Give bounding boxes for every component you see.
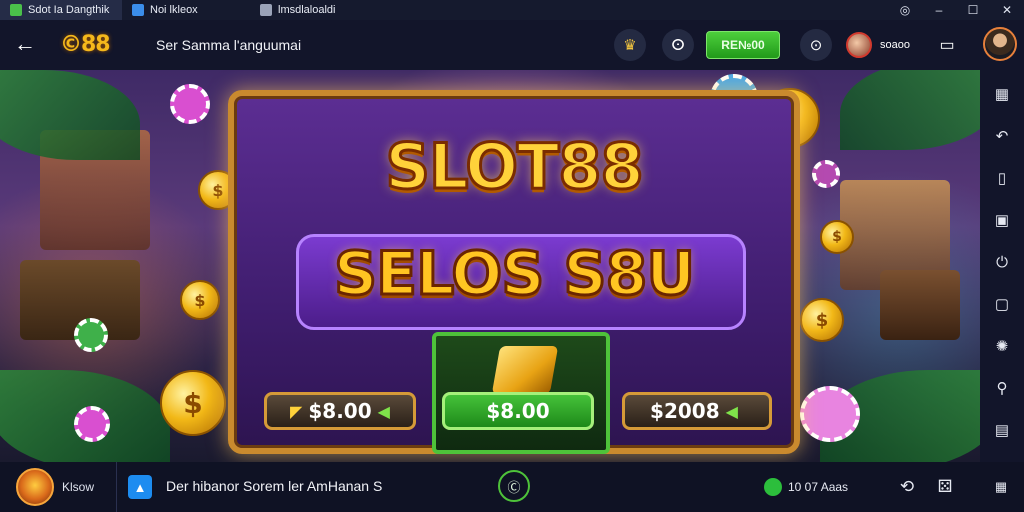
minimize-button[interactable]: – — [922, 0, 956, 20]
casino-chip — [170, 84, 210, 124]
search-icon[interactable]: ⚲ — [990, 376, 1014, 400]
bottom-text: Der hibanor Sorem ler AmHanan S — [166, 478, 383, 494]
window-controls: ◎ – ☐ ✕ — [888, 0, 1024, 20]
bet-amount: $2008 — [650, 399, 720, 423]
game-title: SLOT88 — [384, 129, 645, 205]
dice-icon[interactable]: ⚄ — [932, 474, 958, 500]
tab-label: Sdot Ia Dangthik — [28, 4, 110, 16]
grid-small-icon[interactable]: ▦ — [988, 474, 1014, 500]
cash-button[interactable]: RЕ№00 — [706, 31, 780, 59]
profile-avatar[interactable] — [983, 27, 1017, 61]
casino-chip — [74, 406, 110, 442]
game-subtitle: SELOS S8U — [332, 238, 696, 311]
note-icon[interactable]: ▣ — [990, 208, 1014, 232]
grid-icon[interactable]: ▦ — [990, 82, 1014, 106]
page-icon — [260, 4, 272, 16]
tab-second[interactable]: Noi lkleox — [122, 0, 250, 20]
browser-tab-strip: Sdot Ia Dangthik Noi lkleox lmsdlaloaldi… — [0, 0, 1024, 20]
user-badge[interactable]: soaoo — [846, 32, 910, 58]
bet-amount: $8.00 — [308, 399, 372, 423]
back-arrow-icon[interactable]: ← — [14, 33, 36, 55]
casino-chip — [74, 318, 108, 352]
slot-machine-decor — [880, 270, 960, 340]
arrow-icon: ◀ — [725, 401, 738, 421]
arrow-icon: ◀ — [377, 401, 390, 421]
message-icon[interactable]: ▢ — [990, 292, 1014, 316]
tab-label: Noi lkleox — [150, 4, 198, 16]
app-icon[interactable]: ▲ — [128, 475, 152, 499]
location-icon[interactable]: ◎ — [888, 0, 922, 20]
bottom-bar: Klsow ▲ Der hibanor Sorem ler AmHanan S … — [0, 462, 1024, 512]
wallet-icon[interactable]: ▭ — [934, 33, 960, 57]
right-sidebar: ▦ ↶ ▯ ▣ ⏻ ▢ ✺ ⚲ ▤ — [980, 70, 1024, 462]
game-scene[interactable]: $ $ $ $ $ $ $ SLOT88 SELOS S8U ◤ $8.00 ◀… — [0, 70, 980, 462]
game-tab-icon — [10, 4, 22, 16]
gold-coin: $ — [180, 280, 220, 320]
tab-third[interactable]: lmsdlaloaldi — [250, 0, 350, 20]
undo-icon[interactable]: ↶ — [990, 124, 1014, 148]
power-icon[interactable]: ⏻ — [990, 250, 1014, 274]
status-indicator: 10 07 Aaas — [764, 478, 848, 496]
settings-icon[interactable]: ✺ — [990, 334, 1014, 358]
list-icon[interactable]: ▤ — [990, 418, 1014, 442]
bet-button-left[interactable]: ◤ $8.00 ◀ — [264, 392, 416, 430]
bet-button-center[interactable]: $8.00 — [442, 392, 594, 430]
crown-icon[interactable]: ♛ — [614, 29, 646, 61]
palm-leaf — [0, 70, 140, 160]
status-text: 10 07 Aaas — [788, 480, 849, 494]
search-icon[interactable]: ⵙ — [662, 29, 694, 61]
center-circle-button[interactable]: Ⓒ — [498, 470, 530, 502]
bet-button-right[interactable]: $2008 ◀ — [622, 392, 772, 430]
book-icon[interactable]: ▯ — [990, 166, 1014, 190]
gold-coin: $ — [800, 298, 844, 342]
gold-bar-icon — [491, 346, 559, 394]
status-dot-icon — [764, 478, 782, 496]
divider — [116, 462, 117, 512]
slot-board: SLOT88 SELOS S8U ◤ $8.00 ◀ $8.00 $2008 ◀ — [228, 90, 800, 454]
page-title: Ser Samma l'anguumai — [156, 37, 302, 53]
chat-icon[interactable]: ⊙ — [800, 29, 832, 61]
gold-coin: $ — [160, 370, 226, 436]
gold-coin: $ — [820, 220, 854, 254]
username: soaoo — [880, 39, 910, 51]
refresh-icon[interactable]: ⟲ — [894, 474, 920, 500]
avatar — [846, 32, 872, 58]
tab-label: lmsdlaloaldi — [278, 4, 336, 16]
app-header: ← ©88 Ser Samma l'anguumai ♛ ⵙ RЕ№00 ⊙ s… — [0, 20, 1024, 70]
tab-slot-game[interactable]: Sdot Ia Dangthik — [0, 0, 122, 20]
close-button[interactable]: ✕ — [990, 0, 1024, 20]
blue-app-icon — [132, 4, 144, 16]
casino-chip — [800, 386, 860, 442]
game-avatar[interactable] — [16, 468, 54, 506]
arrow-icon: ◤ — [290, 401, 303, 421]
bottom-label: Klsow — [62, 480, 95, 494]
casino-chip — [812, 160, 840, 188]
maximize-button[interactable]: ☐ — [956, 0, 990, 20]
brand-logo[interactable]: ©88 — [60, 32, 111, 57]
bet-amount: $8.00 — [486, 399, 550, 423]
palm-leaf — [840, 70, 980, 150]
